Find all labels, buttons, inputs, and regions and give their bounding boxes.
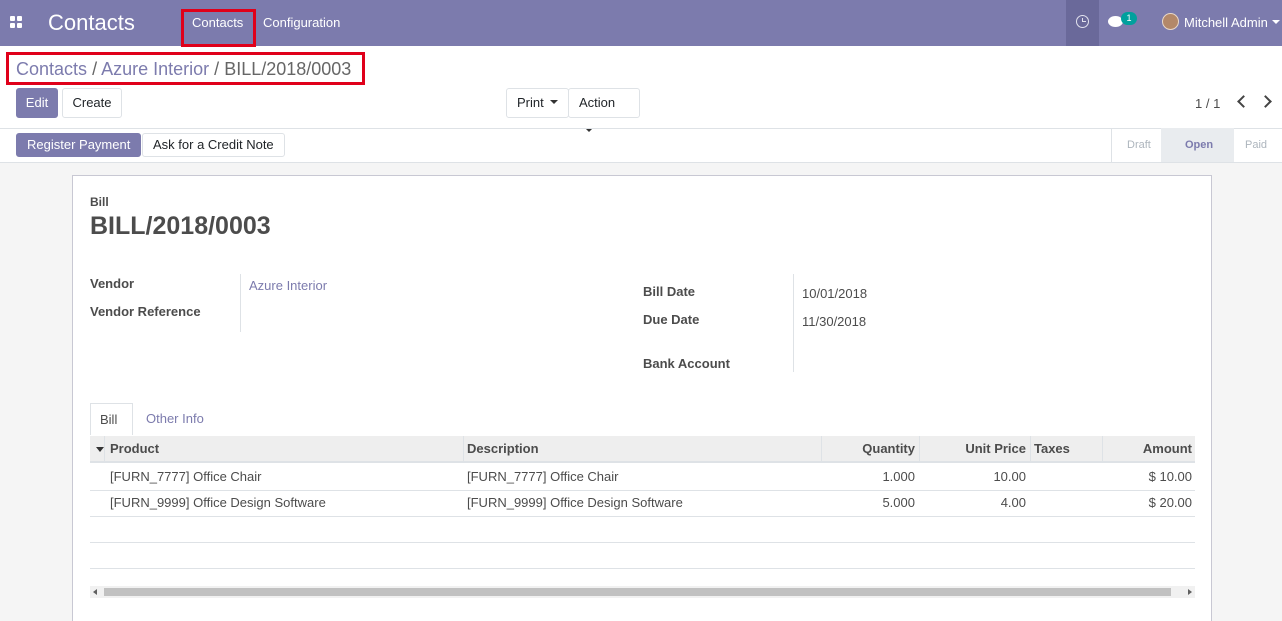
stage-paid[interactable]: Paid <box>1245 139 1267 151</box>
action-dropdown[interactable]: Action <box>568 88 640 133</box>
bill-date-label: Bill Date <box>643 284 696 299</box>
column-header-taxes[interactable]: Taxes <box>1034 436 1070 462</box>
tab-other-info[interactable]: Other Info <box>137 403 213 435</box>
app-title: Contacts <box>48 10 135 35</box>
document-type-label: Bill <box>90 195 109 209</box>
divider <box>0 128 1282 129</box>
divider <box>821 436 822 463</box>
status-bar: Draft Open Paid <box>1111 128 1282 163</box>
divider <box>793 274 794 372</box>
avatar-icon[interactable] <box>1162 13 1179 30</box>
stage-draft[interactable]: Draft <box>1127 139 1151 151</box>
pager-value[interactable]: 1 / 1 <box>1195 96 1220 111</box>
scroll-right-icon[interactable] <box>1188 589 1192 595</box>
column-header-product[interactable]: Product <box>110 436 159 462</box>
cell-product: [FURN_9999] Office Design Software <box>110 495 326 510</box>
cell-description: [FURN_9999] Office Design Software <box>467 495 683 510</box>
column-header-amount[interactable]: Amount <box>1102 436 1192 462</box>
column-header-description[interactable]: Description <box>467 436 539 462</box>
cell-quantity: 1.000 <box>882 469 915 484</box>
due-date-value: 11/30/2018 <box>802 314 867 329</box>
chevron-right-icon[interactable] <box>1259 95 1272 108</box>
bill-number: BILL/2018/0003 <box>90 212 271 240</box>
due-date-label: Due Date <box>643 312 700 327</box>
action-label: Action <box>579 95 616 110</box>
cell-description: [FURN_7777] Office Chair <box>467 469 619 484</box>
form-sheet: Bill BILL/2018/0003 Vendor Vendor Refere… <box>72 175 1212 621</box>
create-button[interactable]: Create <box>62 88 122 118</box>
column-header-quantity[interactable]: Quantity <box>821 436 915 462</box>
bill-date-value: 10/01/2018 <box>802 286 868 301</box>
divider <box>90 542 1195 543</box>
user-menu[interactable]: Mitchell Admin <box>1184 15 1268 30</box>
tab-bill[interactable]: Bill <box>90 403 133 435</box>
clock-icon <box>1076 15 1089 28</box>
cell-unit-price: 4.00 <box>1000 495 1026 510</box>
stage-open[interactable]: Open <box>1161 128 1234 163</box>
highlight-box-breadcrumb <box>6 52 365 85</box>
divider <box>463 436 464 463</box>
scroll-left-icon[interactable] <box>93 589 97 595</box>
print-label: Print <box>517 95 544 110</box>
apps-grid-icon[interactable] <box>10 16 22 28</box>
chevron-left-icon[interactable] <box>1237 95 1250 108</box>
divider <box>240 274 241 332</box>
cell-amount: $ 20.00 <box>1148 495 1192 510</box>
chevron-down-icon[interactable] <box>1272 20 1280 24</box>
divider <box>1111 128 1112 163</box>
cell-product: [FURN_7777] Office Chair <box>110 469 262 484</box>
column-header-unit-price[interactable]: Unit Price <box>919 436 1026 462</box>
divider <box>104 436 105 463</box>
edit-button[interactable]: Edit <box>16 88 58 118</box>
bank-account-label: Bank Account <box>643 356 730 371</box>
vendor-reference-label: Vendor Reference <box>90 304 201 319</box>
activity-button[interactable] <box>1066 0 1099 46</box>
divider <box>90 516 1195 517</box>
cell-amount: $ 10.00 <box>1148 469 1192 484</box>
top-navbar: Contacts Contacts Configuration 1 Mitche… <box>0 0 1282 47</box>
notification-badge: 1 <box>1121 12 1137 25</box>
register-payment-button[interactable]: Register Payment <box>16 133 142 157</box>
divider <box>1102 436 1103 463</box>
cell-unit-price: 10.00 <box>993 469 1026 484</box>
print-dropdown[interactable]: Print <box>506 88 569 118</box>
highlight-box-menu <box>181 9 256 47</box>
vendor-link[interactable]: Azure Interior <box>249 278 327 293</box>
credit-note-button[interactable]: Ask for a Credit Note <box>142 133 285 157</box>
divider <box>1030 436 1031 463</box>
horizontal-scrollbar[interactable] <box>90 586 1195 598</box>
stage-open-label: Open <box>1185 139 1214 151</box>
vendor-label: Vendor <box>90 276 135 291</box>
divider <box>919 436 920 463</box>
scrollbar-thumb[interactable] <box>104 588 1171 596</box>
cell-quantity: 5.000 <box>882 495 915 510</box>
sort-caret-icon[interactable] <box>96 447 104 452</box>
divider <box>90 568 1195 569</box>
caret-down-icon <box>549 100 558 105</box>
menu-configuration[interactable]: Configuration <box>263 15 340 30</box>
